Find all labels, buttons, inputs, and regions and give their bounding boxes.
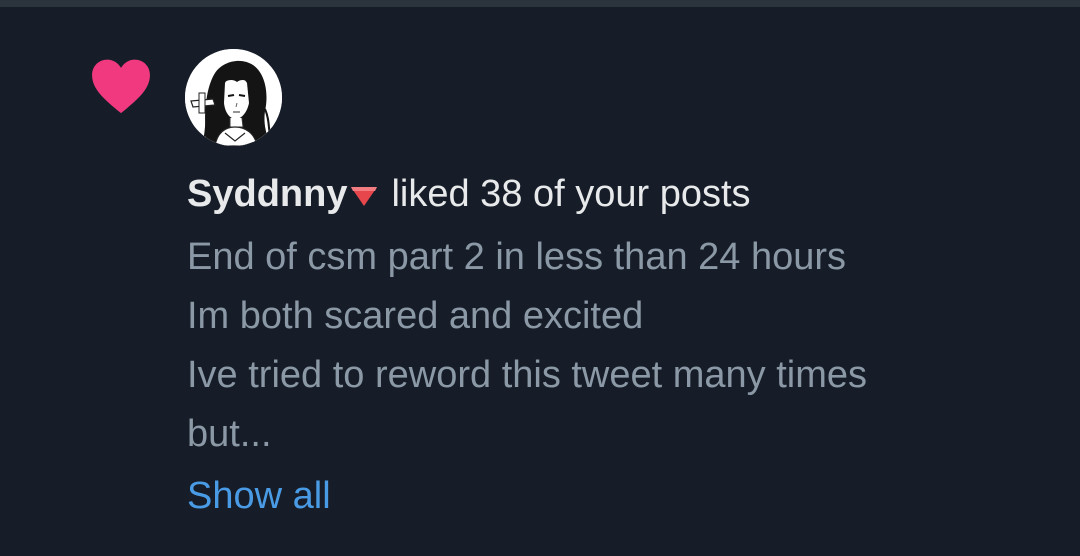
like-notification[interactable]: Syddnny liked 38 of your posts End of csm… [0,7,1080,556]
red-triangle-icon [351,187,378,206]
heart-icon [92,59,150,114]
user-name[interactable]: Syddnny [187,173,347,215]
show-all-link[interactable]: Show all [187,466,331,526]
notification-content: Syddnny liked 38 of your posts End of csm… [187,169,1047,526]
notification-action-text: liked 38 of your posts [391,173,751,215]
top-divider [0,0,1080,7]
avatar[interactable] [185,49,282,146]
post-preview-text: End of csm part 2 in less than 24 hours … [187,236,868,455]
notification-headline: Syddnny liked 38 of your posts [187,169,1047,219]
